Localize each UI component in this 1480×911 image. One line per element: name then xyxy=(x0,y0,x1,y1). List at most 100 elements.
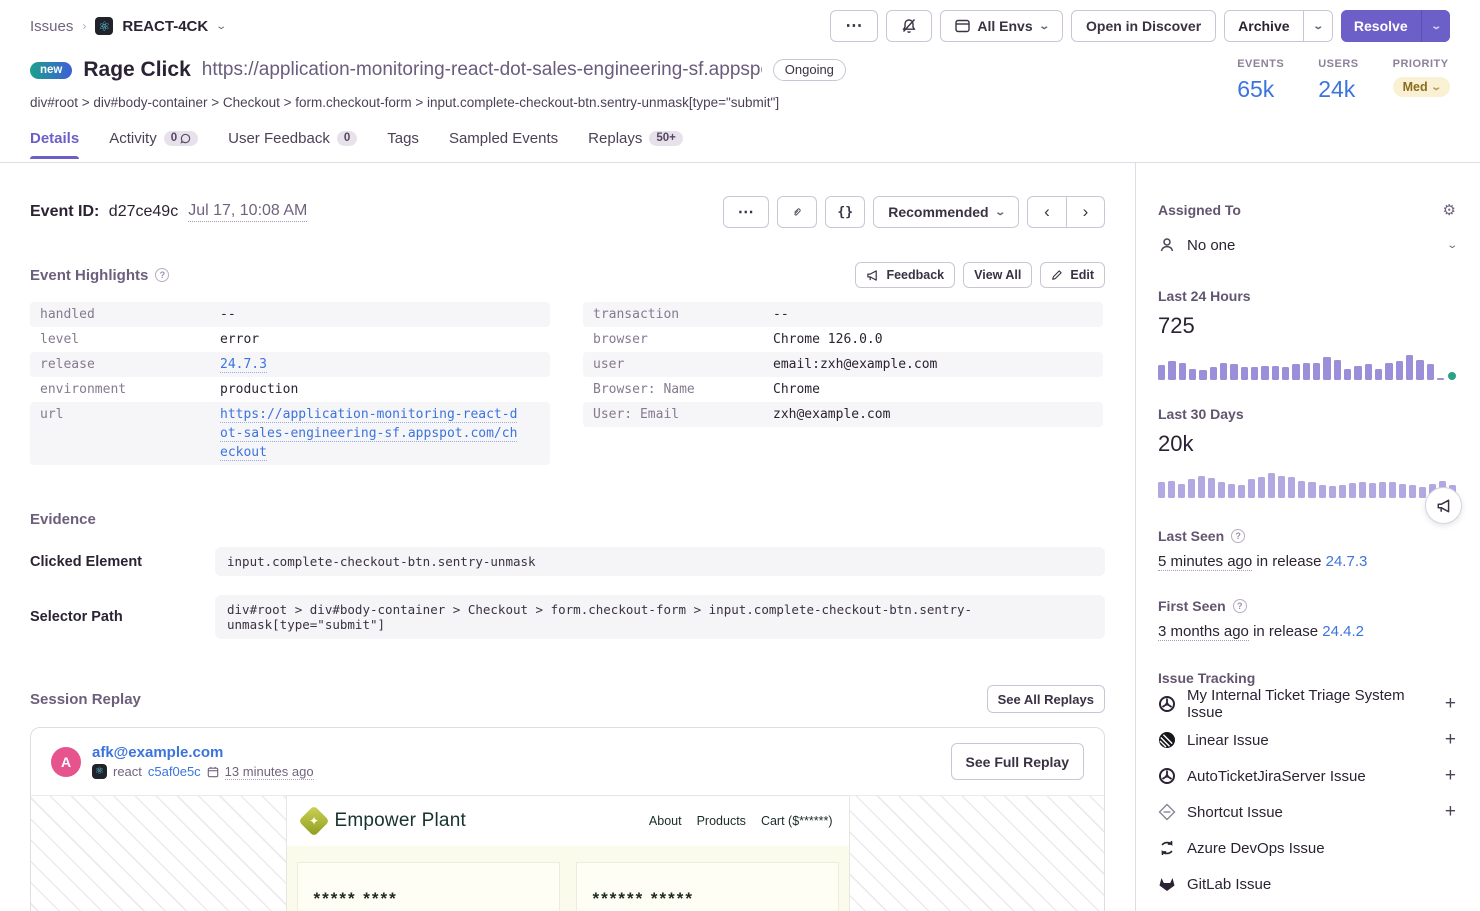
status-badge: Ongoing xyxy=(773,59,846,81)
tab-activity[interactable]: Activity 0 xyxy=(109,130,198,159)
bell-slash-icon xyxy=(901,18,917,34)
last-seen-release-link[interactable]: 24.7.3 xyxy=(1326,553,1368,570)
resolve-button[interactable]: Resolve xyxy=(1341,10,1421,42)
chart-bar xyxy=(1365,364,1372,380)
chart-bar xyxy=(1198,476,1205,498)
previous-event-button[interactable]: ‹ xyxy=(1028,197,1066,227)
new-badge: new xyxy=(30,62,72,79)
archive-button-group: Archive ⌄ xyxy=(1224,10,1333,42)
floating-feedback-button[interactable] xyxy=(1425,487,1462,524)
project-chevron-down-icon[interactable]: ⌄ xyxy=(216,21,228,32)
add-issue-button[interactable]: + xyxy=(1445,765,1456,787)
see-full-replay-button[interactable]: See Full Replay xyxy=(951,743,1084,780)
tab-sampled-events[interactable]: Sampled Events xyxy=(449,130,558,159)
issue-header: new Rage Click https://application-monit… xyxy=(30,58,1450,110)
environment-selector[interactable]: All Envs ⌄ xyxy=(940,10,1063,42)
events-label: EVENTS xyxy=(1237,58,1284,70)
paperclip-icon xyxy=(792,205,802,220)
priority-selector[interactable]: Med ⌄ xyxy=(1393,77,1450,97)
person-icon xyxy=(1158,236,1176,254)
tab-details[interactable]: Details xyxy=(30,130,79,159)
site-nav-about: About xyxy=(649,814,682,828)
see-all-replays-button[interactable]: See All Replays xyxy=(987,685,1105,713)
chart-bar xyxy=(1385,363,1392,380)
breadcrumb-separator-icon: › xyxy=(82,19,86,33)
archive-chevron-down-icon: ⌄ xyxy=(1312,21,1324,32)
help-icon[interactable]: ? xyxy=(155,268,169,282)
chart-bar xyxy=(1427,364,1434,380)
priority-label: PRIORITY xyxy=(1393,58,1450,70)
table-row: useremail:zxh@example.com xyxy=(583,352,1103,377)
gear-icon[interactable]: ⚙ xyxy=(1443,201,1456,219)
events-count-link[interactable]: 65k xyxy=(1237,76,1284,103)
chart-bar xyxy=(1168,481,1175,498)
table-row: release24.7.3 xyxy=(30,352,550,377)
assignee-selector[interactable]: No one ⌄ xyxy=(1158,236,1456,254)
open-in-discover-button[interactable]: Open in Discover xyxy=(1071,10,1216,42)
env-chevron-down-icon: ⌄ xyxy=(1038,21,1050,32)
view-json-button[interactable]: {} xyxy=(825,196,865,228)
chart-bar xyxy=(1238,485,1245,498)
archive-button[interactable]: Archive xyxy=(1225,11,1302,41)
event-id-label: Event ID: xyxy=(30,203,99,220)
breadcrumb-issues-link[interactable]: Issues xyxy=(30,18,73,35)
chart-bar xyxy=(1230,364,1237,380)
help-icon[interactable]: ? xyxy=(1231,529,1245,543)
event-highlights-title: Event Highlights ? xyxy=(30,267,169,284)
site-nav-cart: Cart ($******) xyxy=(761,814,833,828)
issue-title: Rage Click xyxy=(83,58,190,82)
chart-bar xyxy=(1168,361,1175,380)
users-count-link[interactable]: 24k xyxy=(1318,76,1358,103)
edit-button[interactable]: Edit xyxy=(1040,262,1105,288)
add-issue-button[interactable]: + xyxy=(1445,693,1456,715)
mute-alerts-button[interactable] xyxy=(886,10,932,42)
table-row: handled-- xyxy=(30,302,550,327)
attachments-button[interactable] xyxy=(777,196,817,228)
first-seen-release-link[interactable]: 24.4.2 xyxy=(1322,623,1364,640)
tab-tags[interactable]: Tags xyxy=(387,130,419,159)
replayed-site: ✦ Empower Plant About Products Cart ($**… xyxy=(287,796,849,911)
event-selector-dropdown[interactable]: Recommended ⌄ xyxy=(873,196,1019,228)
assignee-value: No one xyxy=(1187,237,1235,254)
url-link[interactable]: https://application-monitoring-react-dot… xyxy=(220,407,517,461)
tab-replays[interactable]: Replays 50+ xyxy=(588,130,683,159)
add-issue-button[interactable]: + xyxy=(1445,801,1456,823)
chart-bar xyxy=(1282,367,1289,380)
replay-project: react xyxy=(113,764,142,779)
chart-bar xyxy=(1261,366,1268,380)
feedback-button[interactable]: Feedback xyxy=(855,262,955,288)
help-icon[interactable]: ? xyxy=(1233,599,1247,613)
chart-bar xyxy=(1437,378,1444,380)
add-issue-button[interactable]: + xyxy=(1445,729,1456,751)
view-all-button[interactable]: View All xyxy=(963,262,1032,288)
chart-bar xyxy=(1396,361,1403,380)
replay-preview[interactable]: ✦ Empower Plant About Products Cart ($**… xyxy=(31,795,1104,911)
last-24-hours-chart xyxy=(1158,350,1456,380)
event-id-value: d27ce49c xyxy=(109,203,178,220)
clicked-element-value: input.complete-checkout-btn.sentry-unmas… xyxy=(215,547,1105,576)
release-link[interactable]: 24.7.3 xyxy=(220,357,267,373)
chart-bar xyxy=(1359,482,1366,499)
tab-user-feedback[interactable]: User Feedback 0 xyxy=(228,130,357,159)
event-header: Event ID: d27ce49c Jul 17, 10:08 AM ⋯ {}… xyxy=(30,196,1105,228)
selector-path-label: Selector Path xyxy=(30,609,215,625)
chart-bar xyxy=(1268,473,1275,499)
resolve-dropdown-button[interactable]: ⌄ xyxy=(1421,10,1450,42)
chart-bar xyxy=(1323,357,1330,380)
replay-user-link[interactable]: afk@example.com xyxy=(92,744,314,761)
clicked-element-label: Clicked Element xyxy=(30,554,215,570)
session-replay-title: Session Replay xyxy=(30,691,141,708)
window-icon xyxy=(955,19,970,33)
archive-dropdown-button[interactable]: ⌄ xyxy=(1303,11,1332,41)
event-highlights-tables: handled-- levelerror release24.7.3 envir… xyxy=(30,302,1105,465)
site-brand: Empower Plant xyxy=(335,810,466,832)
next-event-button[interactable]: › xyxy=(1066,197,1104,227)
comment-bubble-icon xyxy=(180,133,191,144)
more-actions-button[interactable]: ⋯ xyxy=(830,10,878,42)
chart-bar xyxy=(1258,477,1265,498)
chart-bar xyxy=(1251,367,1258,380)
replay-id-link[interactable]: c5af0e5c xyxy=(148,764,201,779)
breadcrumb-project[interactable]: REACT-4CK xyxy=(122,18,208,35)
event-more-button[interactable]: ⋯ xyxy=(723,196,769,228)
chart-bar xyxy=(1419,487,1426,498)
